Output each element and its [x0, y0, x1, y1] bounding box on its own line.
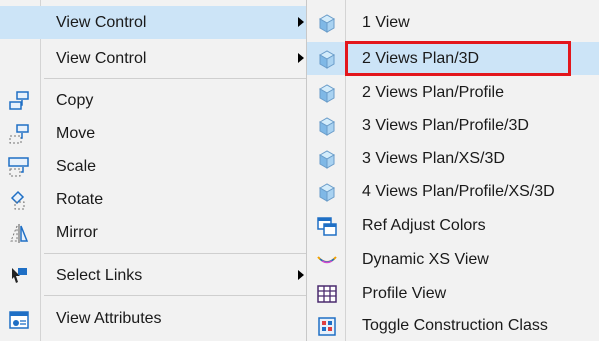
menu-item-move[interactable]: Move: [0, 117, 314, 150]
menu-item-label: 3 Views Plan/XS/3D: [362, 150, 505, 167]
menu-item-label: 1 View: [362, 14, 410, 31]
menu-item-view-attributes[interactable]: View Attributes: [0, 302, 314, 335]
menu-item-label: 2 Views Plan/Profile: [362, 84, 504, 101]
menu-item-label: Rotate: [56, 191, 104, 208]
submenu-item-toggle-construction-class[interactable]: Toggle Construction Class: [307, 309, 599, 342]
menu-item-label: Ref Adjust Colors: [362, 217, 486, 234]
view-attributes-icon: [9, 311, 29, 329]
view-control-submenu: 1 View 2 Views Plan/3D 2 Views Plan/Prof…: [306, 0, 599, 341]
menu-item-view-control-2[interactable]: View Control: [0, 42, 314, 75]
menu-item-label: Scale: [56, 158, 97, 175]
dynamic-xs-view-icon: [317, 256, 337, 264]
menu-item-label: Select Links: [56, 267, 143, 284]
menu-item-label: Move: [56, 125, 96, 142]
menu-item-label: 4 Views Plan/Profile/XS/3D: [362, 183, 555, 200]
menu-item-label: View Attributes: [56, 310, 162, 327]
submenu-item-ref-adjust-colors[interactable]: Ref Adjust Colors: [307, 209, 599, 242]
scale-icon: [8, 157, 29, 177]
toggle-construction-class-icon: [318, 317, 336, 336]
submenu-item-3-views-plan-xs-3d[interactable]: 3 Views Plan/XS/3D: [307, 142, 599, 175]
menu-item-label: Copy: [56, 92, 94, 109]
select-links-icon: [12, 268, 27, 283]
submenu-item-profile-view[interactable]: Profile View: [307, 277, 599, 310]
menu-item-label: View Control: [56, 50, 147, 67]
view-cube-icon: [318, 50, 336, 69]
menu-item-label: Mirror: [56, 224, 98, 241]
profile-view-icon: [317, 285, 337, 303]
menu-item-rotate[interactable]: Rotate: [0, 183, 314, 216]
submenu-arrow-icon: [298, 17, 304, 27]
submenu-item-3-views-plan-profile-3d[interactable]: 3 Views Plan/Profile/3D: [307, 109, 599, 142]
menu-item-mirror[interactable]: Mirror: [0, 216, 314, 249]
copy-icon: [9, 91, 29, 110]
submenu-item-1-view[interactable]: 1 View: [307, 6, 599, 39]
ref-adjust-colors-icon: [317, 217, 337, 236]
rotate-icon: [10, 190, 25, 210]
submenu-arrow-icon: [298, 53, 304, 63]
view-cube-icon: [318, 14, 336, 33]
menu-item-label: 3 Views Plan/Profile/3D: [362, 117, 529, 134]
mirror-icon: [10, 224, 29, 243]
menu-item-label: Toggle Construction Class: [362, 317, 548, 334]
menu-item-scale[interactable]: Scale: [0, 150, 314, 183]
submenu-item-4-views-plan-profile-xs-3d[interactable]: 4 Views Plan/Profile/XS/3D: [307, 175, 599, 208]
submenu-arrow-icon: [298, 270, 304, 280]
menu-item-label: View Control: [56, 14, 147, 31]
view-cube-icon: [318, 150, 336, 169]
menu-item-view-control-1[interactable]: View Control: [0, 6, 314, 39]
annotation-highlight-box: [345, 41, 571, 76]
submenu-item-dynamic-xs-view[interactable]: Dynamic XS View: [307, 243, 599, 276]
menu-item-select-links[interactable]: Select Links: [0, 259, 314, 292]
menu-separator: [44, 253, 314, 254]
move-icon: [9, 124, 29, 144]
submenu-item-2-views-plan-profile[interactable]: 2 Views Plan/Profile: [307, 76, 599, 109]
menu-item-copy[interactable]: Copy: [0, 84, 314, 117]
view-cube-icon: [318, 117, 336, 136]
view-cube-icon: [318, 183, 336, 202]
menu-item-label: Dynamic XS View: [362, 251, 489, 268]
context-menu: View Control View Control Copy Move Scal…: [0, 0, 314, 341]
view-cube-icon: [318, 84, 336, 103]
menu-item-label: Profile View: [362, 285, 447, 302]
menu-separator: [44, 295, 314, 296]
menu-separator: [44, 78, 314, 79]
